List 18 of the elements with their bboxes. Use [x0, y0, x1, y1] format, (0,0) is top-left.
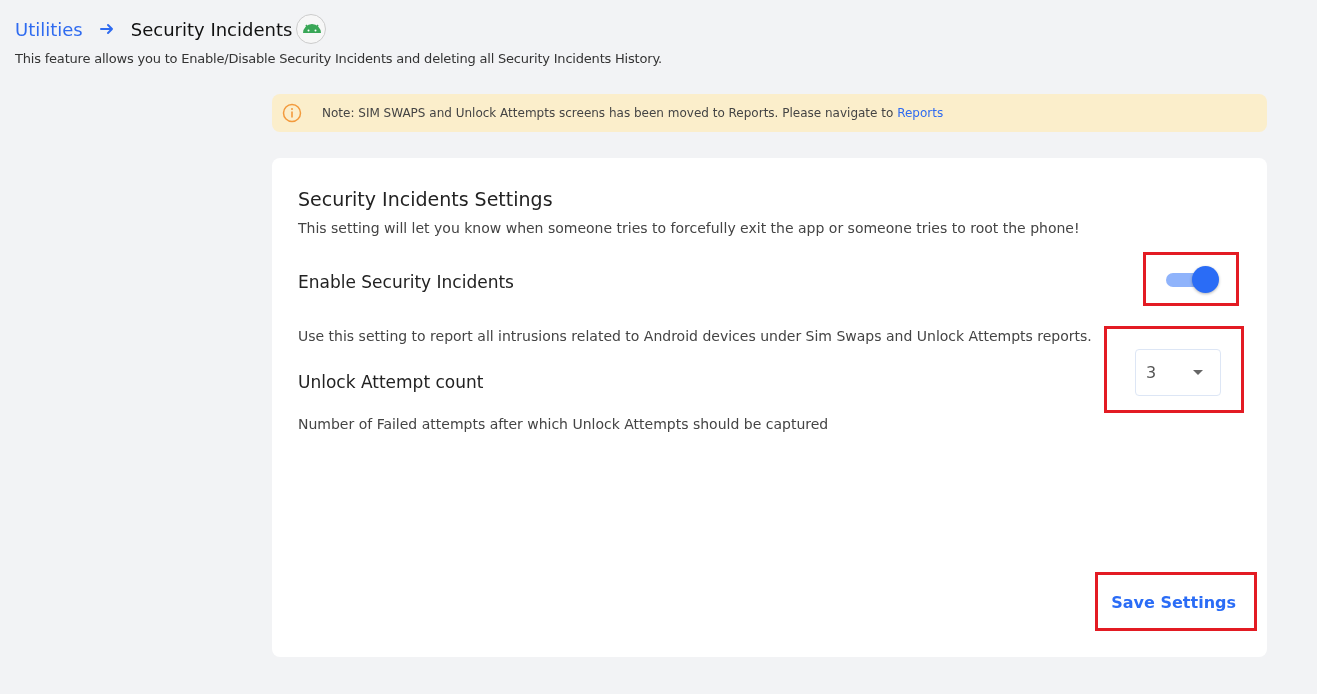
caret-icon — [1192, 369, 1204, 376]
page-title: Security Incidents — [130, 18, 293, 40]
arrow-icon — [98, 21, 115, 37]
card-title: Security Incidents Settings — [298, 188, 554, 210]
android-icon — [296, 14, 327, 44]
reports-link[interactable]: Reports — [897, 106, 944, 120]
notice-text: Note: SIM SWAPS and Unlock Attempts screens has been moved to Reports. Please navigate to Reports — [322, 106, 944, 120]
page-description: This feature allows you to Enable/Disable Security Incidents and deleting all Security Incidents History. — [15, 51, 663, 66]
toggle-switch[interactable] — [1164, 265, 1220, 293]
info-icon — [282, 103, 302, 123]
card-subtitle: This setting will let you know when someone tries to forcefully exit the app or someone tries to root the phone! — [298, 220, 1081, 236]
setting-label: Enable Security Incidents — [298, 272, 515, 292]
count-dropdown[interactable]: 3 — [1135, 349, 1221, 396]
breadcrumb-link[interactable]: Utilities — [15, 18, 83, 40]
save-button[interactable]: Save Settings — [1098, 575, 1254, 628]
setting-help: Use this setting to report all intrusions related to Android devices under Sim Swaps and Unlock Attempts reports. — [298, 328, 1092, 344]
setting-label: Unlock Attempt count — [298, 372, 485, 392]
setting-help: Number of Failed attempts after which Unlock Attempts should be captured — [298, 416, 829, 432]
